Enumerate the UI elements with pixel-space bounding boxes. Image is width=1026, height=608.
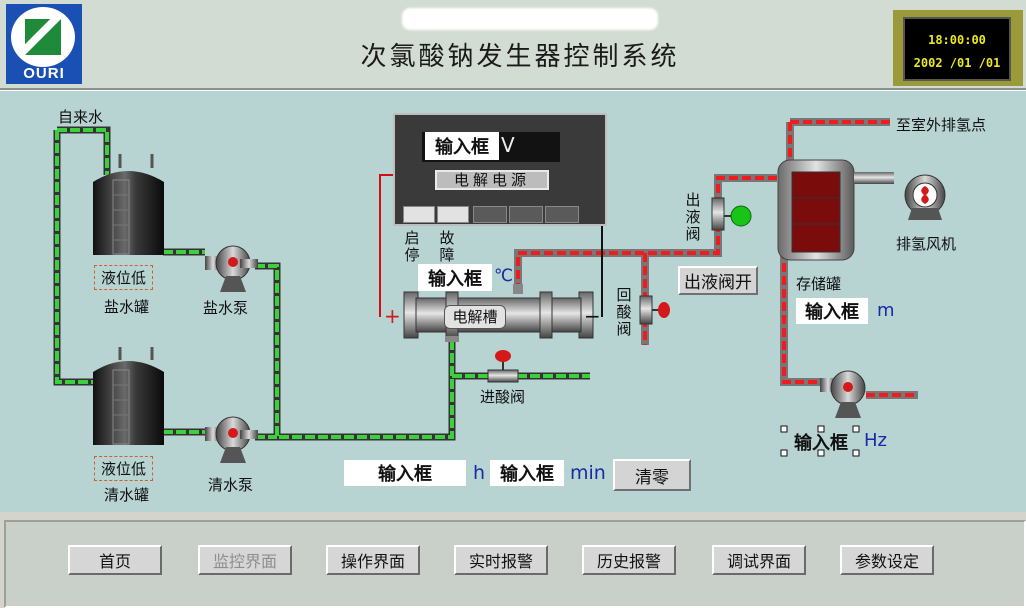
outlet-valve-label: 出液阀	[685, 191, 701, 243]
start-stop-key[interactable]	[403, 206, 435, 223]
runtime-minutes-input[interactable]: 输入框	[490, 460, 564, 486]
storage-tank-label: 存储罐	[796, 275, 842, 293]
positive-terminal: +	[384, 304, 401, 328]
clear-pump-label: 清水泵	[208, 476, 254, 494]
header-bar: OURI 次氯酸钠发生器控制系统 18:00:00 2002 /01 /01	[0, 0, 1026, 90]
nav-history-alarm-button[interactable]: 历史报警	[582, 545, 676, 575]
storage-level-input[interactable]: 输入框	[796, 298, 868, 324]
power-supply: 电解电源	[393, 113, 607, 226]
clear-level-low-indicator: 液位低	[94, 456, 154, 481]
nav-home-button[interactable]: 首页	[68, 545, 162, 575]
acid-inlet-valve-label: 进酸阀	[480, 388, 526, 406]
runtime-hours-input[interactable]: 输入框	[344, 460, 466, 486]
psu-fan-2	[509, 206, 543, 223]
clear-tank-label: 清水罐	[104, 486, 150, 504]
nav-realtime-alarm-button[interactable]: 实时报警	[454, 545, 548, 575]
storage-level-unit: m	[877, 300, 895, 321]
hydrogen-fan-label: 排氢风机	[896, 235, 957, 253]
pump-frequency-input[interactable]: 输入框	[785, 430, 857, 454]
brine-level-low-indicator: 液位低	[94, 265, 154, 290]
voltage-unit: V	[501, 133, 515, 157]
clock-date: 2002 /01 /01	[913, 56, 1001, 70]
temperature-unit: ℃	[494, 266, 514, 286]
temperature-input[interactable]: 输入框	[418, 264, 492, 291]
nav-debug-button[interactable]: 调试界面	[712, 545, 806, 575]
nav-monitor-button[interactable]: 监控界面	[198, 545, 292, 575]
runtime-hours-unit: h	[473, 462, 486, 484]
negative-terminal: −	[584, 304, 601, 328]
start-stop-label: 启停	[404, 229, 420, 264]
acid-return-valve-label: 回酸阀	[616, 286, 632, 338]
clock-time: 18:00:00	[928, 33, 986, 47]
power-supply-nameplate: 电解电源	[435, 170, 549, 190]
brine-pump-label: 盐水泵	[203, 299, 249, 317]
fault-key[interactable]	[437, 206, 469, 223]
tap-water-label: 自来水	[58, 108, 104, 126]
page-title: 次氯酸钠发生器控制系统	[360, 42, 680, 72]
nav-operation-button[interactable]: 操作界面	[326, 545, 420, 575]
logo-emblem	[11, 7, 75, 67]
voltage-input[interactable]: 输入框	[425, 132, 499, 160]
logo-text: OURI	[23, 65, 65, 82]
outlet-valve-open-button[interactable]: 出液阀开	[678, 266, 758, 295]
pump-frequency-unit: Hz	[864, 430, 887, 451]
fault-label: 故障	[439, 229, 455, 264]
psu-fan-3	[545, 206, 579, 223]
reset-runtime-button[interactable]: 清零	[613, 459, 691, 491]
runtime-minutes-unit: min	[570, 462, 606, 484]
electrolyzer-label: 电解槽	[444, 305, 506, 329]
nav-parameters-button[interactable]: 参数设定	[840, 545, 934, 575]
psu-fan-1	[473, 206, 507, 223]
brine-tank-label: 盐水罐	[104, 298, 150, 316]
clock-display: 18:00:00 2002 /01 /01	[893, 10, 1023, 86]
redacted-area	[402, 8, 658, 30]
company-logo: OURI	[6, 4, 82, 84]
exhaust-destination-label: 至室外排氢点	[896, 116, 987, 134]
